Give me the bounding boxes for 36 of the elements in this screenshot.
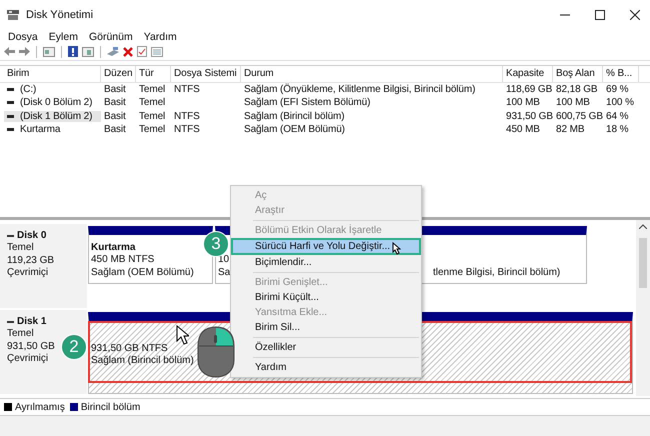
table-cell-text: 64 % — [605, 110, 630, 122]
disk-status: Çevrimiçi — [7, 267, 48, 280]
table-cell-text: NTFS — [173, 124, 201, 136]
table-cell-text: Sağlam (Önyükleme, Kilitlenme Bilgisi, Birincil bölüm) — [243, 84, 476, 95]
table-cell-text: NTFS — [173, 110, 201, 122]
disk-type: Temel — [7, 242, 34, 254]
table-cell-text: Sağlam (Birincil bölüm) — [243, 110, 346, 122]
window-title: Disk Yönetimi — [26, 8, 94, 21]
table-cell-text: Basit — [103, 84, 127, 95]
table-cell-text: Basit — [103, 124, 127, 136]
table-cell-text: 100 % — [605, 97, 635, 108]
table-cell-text: 100 MB — [505, 97, 541, 108]
table-cell-text: NTFS — [173, 84, 201, 95]
disk-status: Çevrimiçi — [7, 353, 48, 366]
disk-type: Temel — [7, 328, 34, 340]
table-cell-text: Temel — [138, 84, 166, 95]
table-cell-text: 69 % — [605, 84, 630, 95]
table-cell-text: Temel — [138, 124, 166, 136]
table-cell-text: 82 MB — [555, 124, 586, 136]
table-cell-text: 18 % — [605, 124, 630, 136]
table-cell-text: Temel — [138, 97, 166, 108]
table-cell-text: Basit — [103, 110, 127, 122]
legend-label: Ayrılmamış — [15, 402, 65, 413]
table-cell-text: 82,18 GB — [555, 84, 598, 95]
legend-label: Birincil bölüm — [80, 402, 140, 413]
table-cell-text: Basit — [103, 97, 127, 108]
table-cell-text: 450 MB — [505, 124, 541, 136]
disk-size: 119,23 GB — [7, 254, 54, 267]
table-cell-text: Sağlam (EFI Sistem Bölümü) — [243, 97, 372, 108]
disk-size: 931,50 GB — [7, 340, 55, 353]
table-cell-text: 600,75 GB — [555, 110, 603, 122]
table-cell-text: Sağlam (OEM Bölümü) — [243, 124, 346, 136]
table-cell-text: Temel — [138, 110, 166, 122]
table-cell-text: 931,50 GB — [505, 110, 553, 122]
table-cell-text: 118,69 GB — [505, 84, 553, 95]
table-cell-text: 100 MB — [555, 97, 591, 108]
